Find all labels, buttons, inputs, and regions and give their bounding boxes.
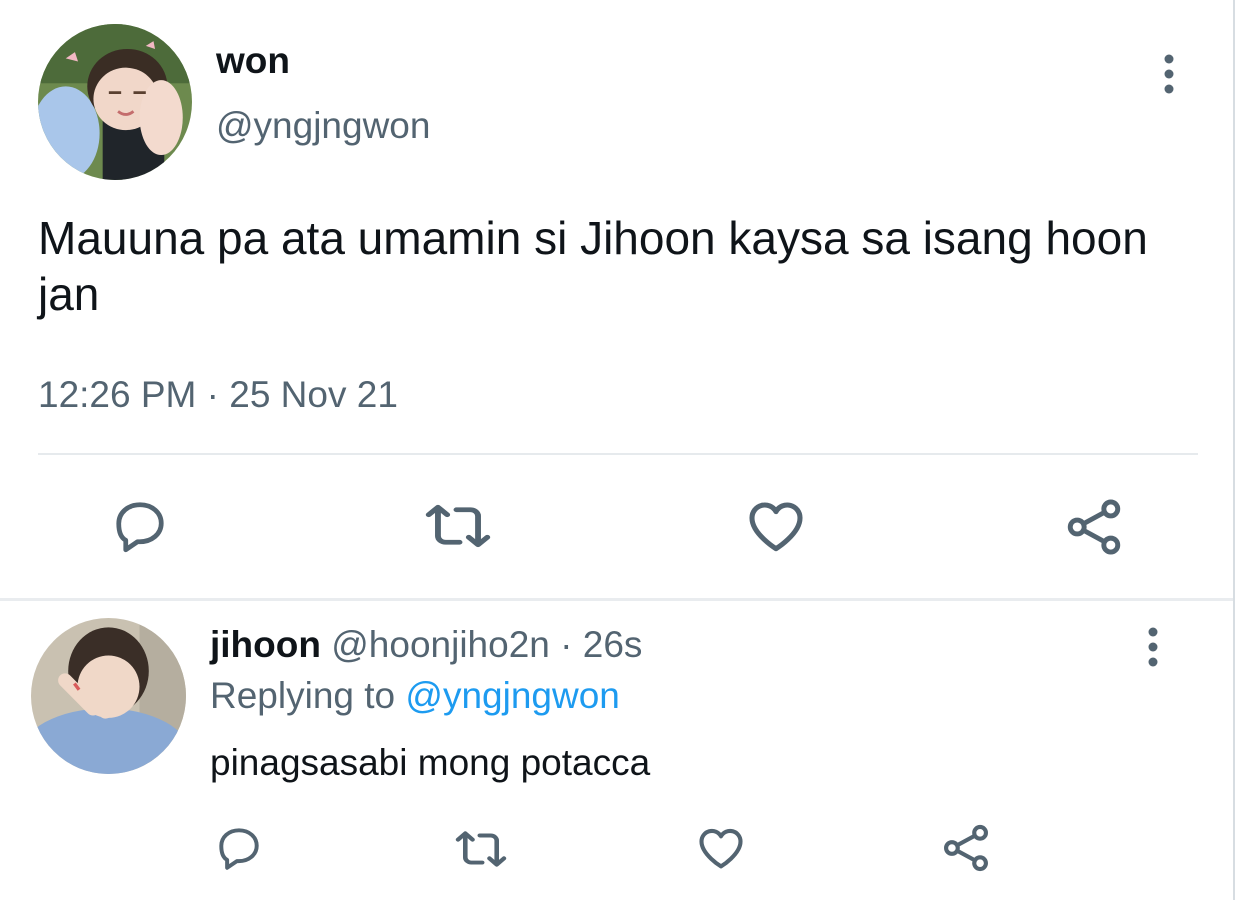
retweet-icon[interactable] (421, 496, 495, 556)
avatar[interactable] (38, 24, 192, 180)
reply-retweet-icon[interactable] (452, 824, 510, 874)
reply-like-icon[interactable] (695, 822, 747, 874)
reply-share-icon[interactable] (940, 822, 992, 874)
replying-to: Replying to @yngjngwon (210, 675, 620, 717)
reply-text: pinagsasabi mong potacca (210, 742, 651, 783)
more-icon[interactable] (1162, 54, 1176, 94)
reply-icon[interactable] (110, 496, 170, 556)
display-name[interactable]: won (216, 40, 290, 82)
tweet-text: Mauuna pa ata umamin si Jihoon kaysa sa … (38, 212, 1148, 320)
reply-time[interactable]: 26s (583, 624, 643, 665)
reply-display-name[interactable]: jihoon (210, 624, 321, 665)
section-divider (0, 598, 1233, 601)
like-icon[interactable] (744, 494, 808, 558)
reply-avatar[interactable] (31, 618, 186, 774)
reply-handle[interactable]: @hoonjiho2n (331, 624, 550, 665)
replying-to-link[interactable]: @yngjngwon (405, 675, 619, 716)
reply-separator: · (560, 624, 573, 665)
divider (38, 453, 1198, 455)
share-icon[interactable] (1062, 496, 1126, 558)
timestamp[interactable]: 12:26 PM · 25 Nov 21 (38, 374, 398, 416)
replying-to-label: Replying to (210, 675, 396, 716)
reply-reply-icon[interactable] (214, 823, 264, 873)
handle[interactable]: @yngjngwon (216, 105, 430, 147)
reply-more-icon[interactable] (1146, 627, 1160, 667)
reply-header: jihoon @hoonjiho2n · 26s (210, 624, 642, 666)
